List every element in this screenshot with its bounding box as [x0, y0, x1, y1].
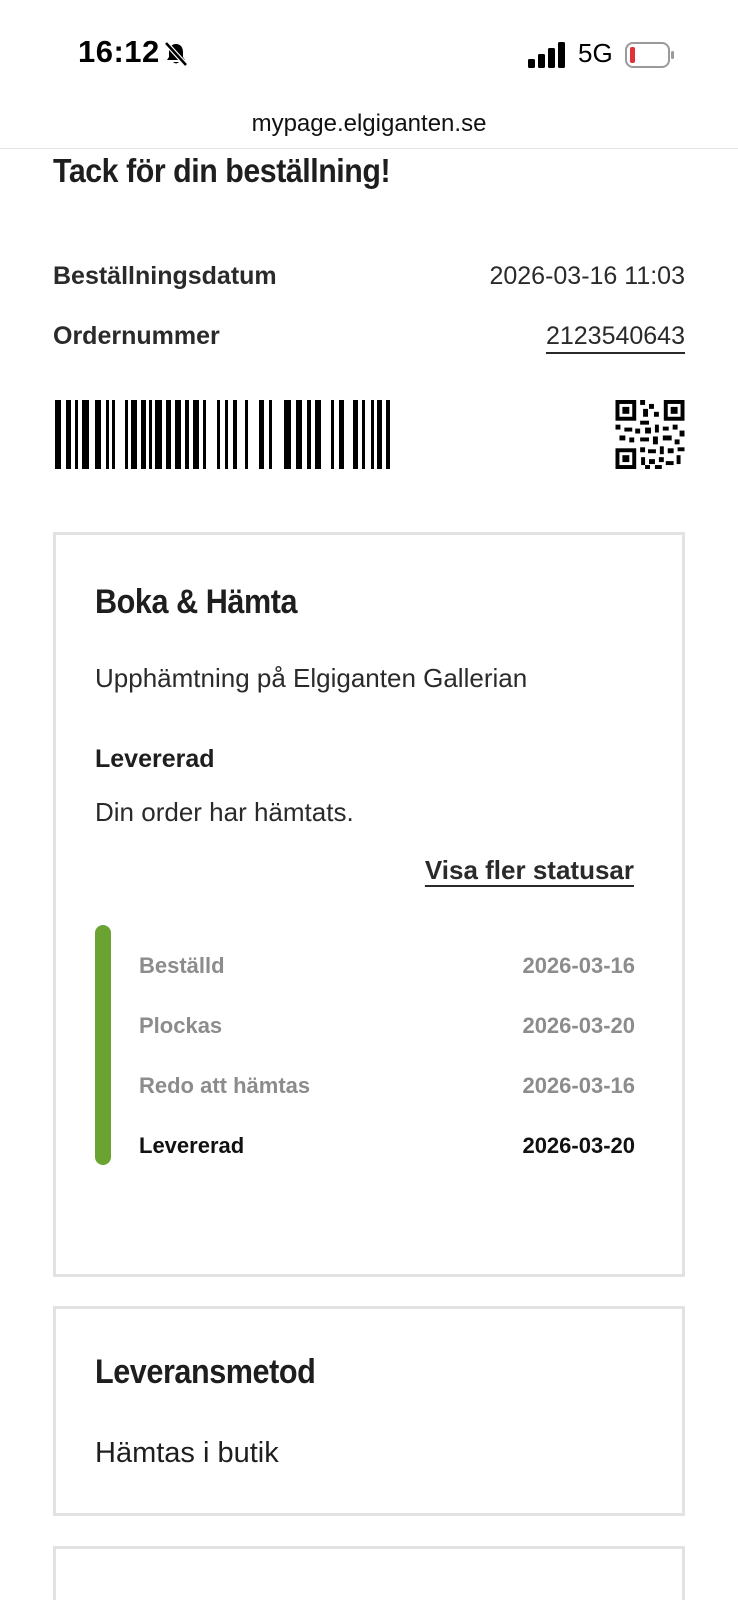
- status-step-label: Redo att hämtas: [139, 1073, 311, 1098]
- url-text[interactable]: mypage.elgiganten.se: [252, 110, 487, 137]
- status-step-label: Beställd: [139, 953, 225, 978]
- show-more-statuses-link[interactable]: Visa fler statusar: [425, 855, 634, 886]
- qr-code-icon[interactable]: [615, 400, 685, 469]
- status-time: 16:12: [78, 34, 160, 69]
- status-step-label: Levererad: [139, 1133, 245, 1158]
- status-progress-bar: [95, 925, 111, 1165]
- status-step: Redo att hämtas 2026-03-16: [139, 1073, 635, 1109]
- delivery-method-value: Hämtas i butik: [95, 1437, 279, 1469]
- next-card: [53, 1546, 685, 1600]
- order-number-link[interactable]: 2123540643: [546, 322, 685, 351]
- network-type: 5G: [578, 38, 613, 68]
- barcode-icon: [55, 400, 390, 469]
- status-step-label: Plockas: [139, 1013, 223, 1038]
- browser-url-bar[interactable]: mypage.elgiganten.se: [0, 100, 738, 149]
- page-title: Tack för din beställning!: [53, 152, 391, 189]
- status-title: Levererad: [95, 745, 215, 773]
- bell-slash-icon: [164, 41, 188, 67]
- status-step-date: 2026-03-20: [522, 1013, 635, 1038]
- order-date-row: Beställningsdatum 2026-03-16 11:03: [53, 262, 685, 302]
- pickup-card-title: Boka & Hämta: [95, 583, 298, 621]
- order-date-label: Beställningsdatum: [53, 262, 277, 290]
- status-step: Beställd 2026-03-16: [139, 953, 635, 989]
- status-step: Plockas 2026-03-20: [139, 1013, 635, 1049]
- delivery-method-card: Leveransmetod Hämtas i butik: [53, 1306, 685, 1516]
- cellular-signal-icon: [528, 42, 565, 68]
- order-date-value: 2026-03-16 11:03: [489, 262, 685, 290]
- status-step-date: 2026-03-16: [522, 953, 635, 978]
- status-step: Levererad 2026-03-20: [139, 1133, 635, 1169]
- order-number-row: Ordernummer 2123540643: [53, 322, 685, 362]
- order-number-label: Ordernummer: [53, 322, 220, 350]
- battery-low-icon: [625, 42, 674, 68]
- pickup-card: Boka & Hämta Upphämtning på Elgiganten G…: [53, 532, 685, 1277]
- status-step-date: 2026-03-20: [522, 1133, 635, 1158]
- delivery-method-title: Leveransmetod: [95, 1353, 316, 1391]
- status-bar: 16:12 5G: [0, 0, 738, 100]
- status-step-date: 2026-03-16: [522, 1073, 635, 1098]
- status-text: Din order har hämtats.: [95, 797, 354, 827]
- pickup-location: Upphämtning på Elgiganten Gallerian: [95, 663, 528, 693]
